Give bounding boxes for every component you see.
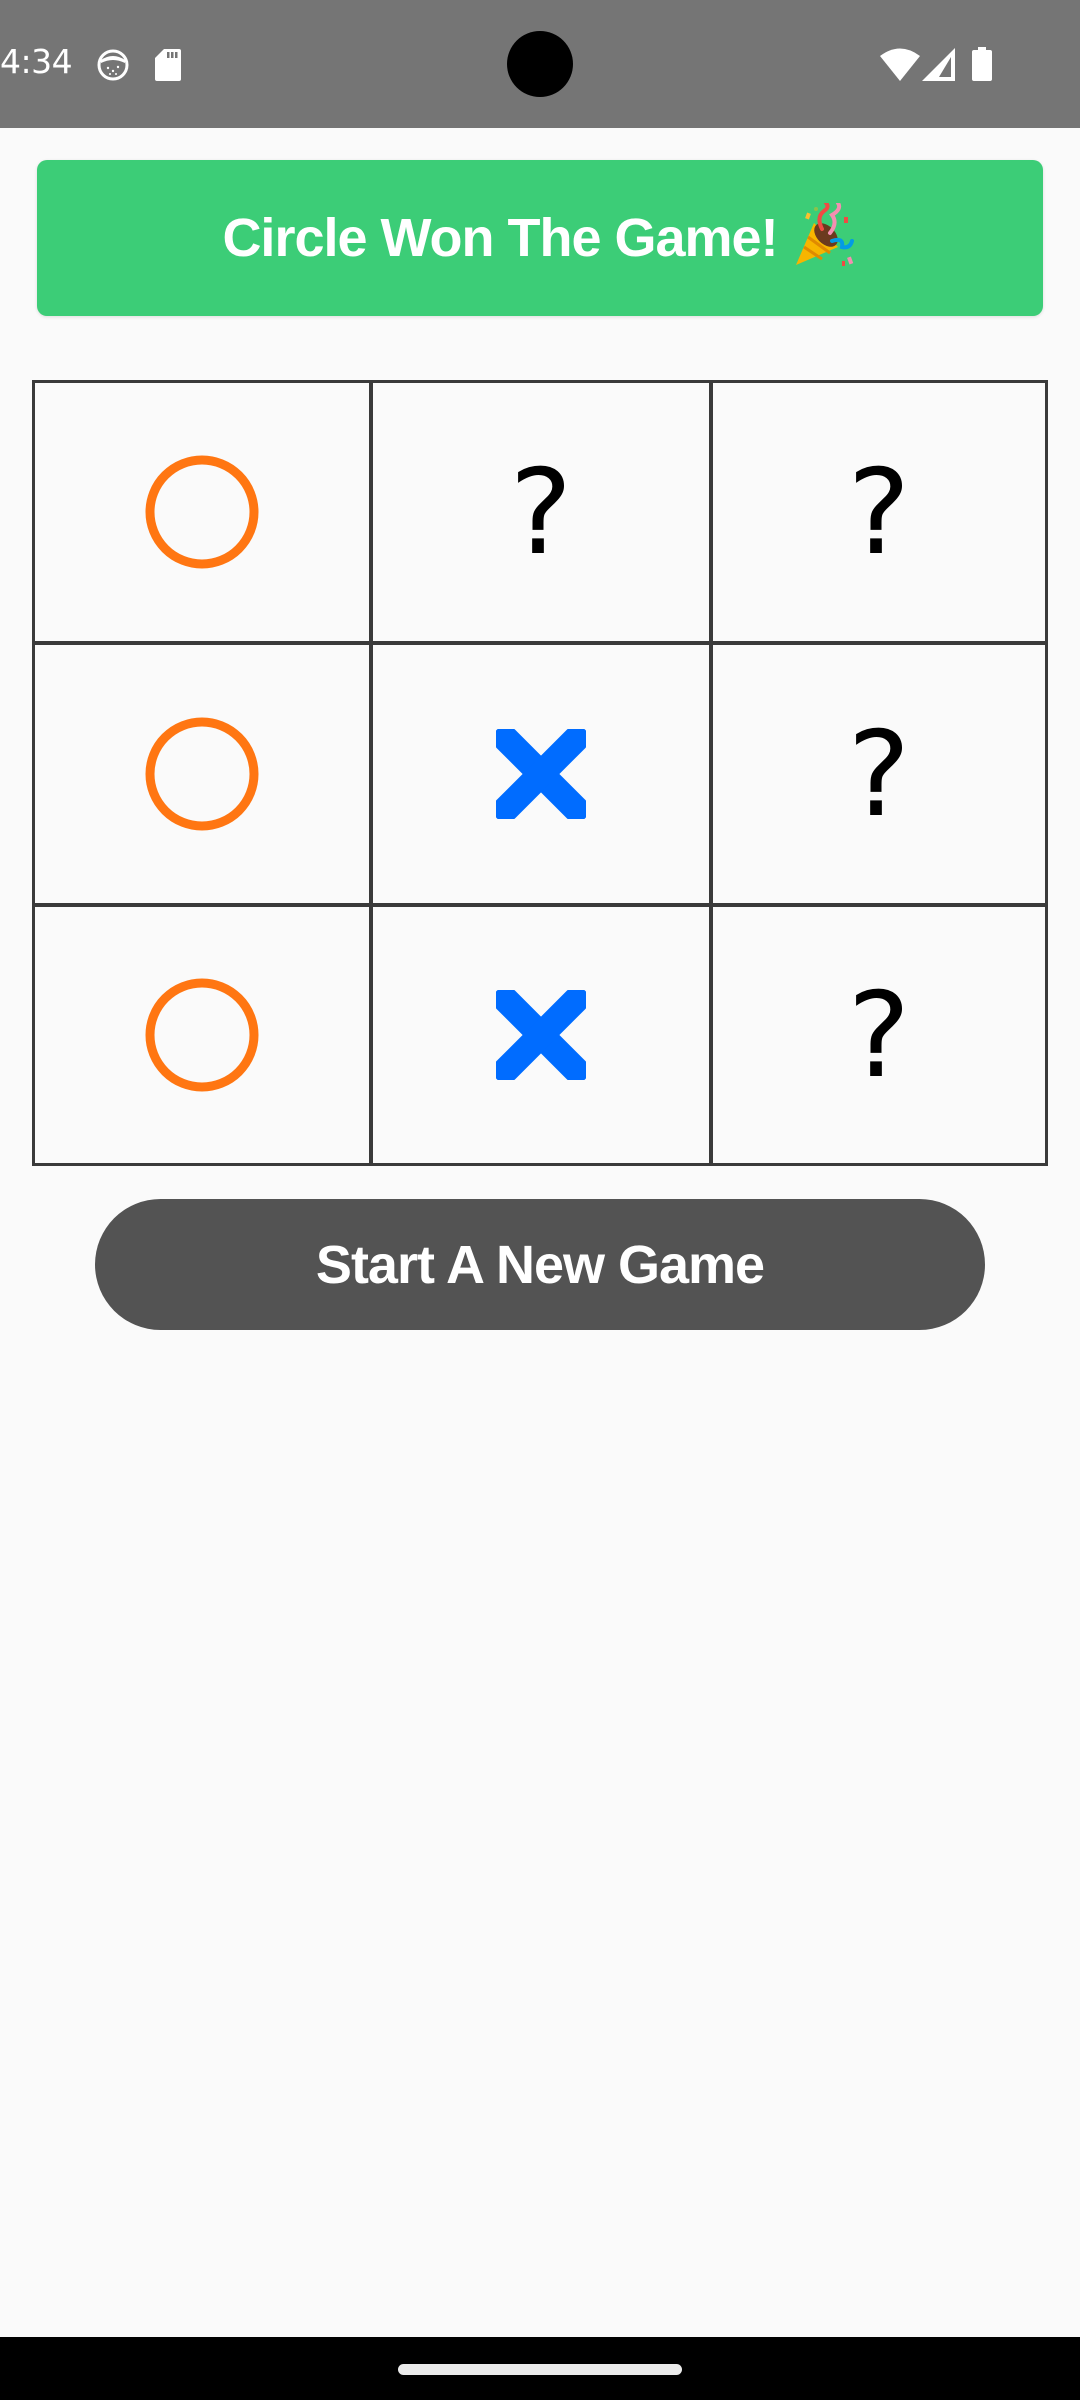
board-cell-r3-c3[interactable]: ? bbox=[710, 904, 1048, 1166]
new-game-label: Start A New Game bbox=[315, 1234, 765, 1295]
circle-mark-icon bbox=[145, 455, 259, 569]
sd-card-icon bbox=[155, 49, 181, 86]
new-game-button[interactable]: Start A New Game bbox=[95, 1199, 985, 1330]
cross-mark-icon bbox=[496, 990, 586, 1080]
winner-message: Circle Won The Game! bbox=[222, 208, 778, 268]
board-cell-r2-c2[interactable] bbox=[370, 642, 712, 906]
status-time: 4:34 bbox=[0, 42, 73, 81]
empty-cell-question-mark: ? bbox=[847, 966, 911, 1104]
board-cell-r3-c1[interactable] bbox=[32, 904, 372, 1166]
cat-notification-icon bbox=[96, 48, 130, 87]
cross-mark-icon bbox=[496, 729, 586, 819]
empty-cell-question-mark: ? bbox=[509, 443, 573, 581]
camera-cutout bbox=[507, 31, 573, 97]
cellular-signal-icon bbox=[922, 48, 955, 86]
navigation-bar bbox=[0, 2337, 1080, 2400]
empty-cell-question-mark: ? bbox=[847, 705, 911, 843]
board-cell-r1-c2[interactable]: ? bbox=[370, 380, 712, 644]
empty-cell-question-mark: ? bbox=[847, 443, 911, 581]
winner-banner: Circle Won The Game! bbox=[37, 160, 1043, 316]
board-cell-r2-c3[interactable]: ? bbox=[710, 642, 1048, 906]
board-cell-r1-c3[interactable]: ? bbox=[710, 380, 1048, 644]
game-board: ???? bbox=[32, 380, 1048, 1166]
board-cell-r2-c1[interactable] bbox=[32, 642, 372, 906]
board-cell-r1-c1[interactable] bbox=[32, 380, 372, 644]
circle-mark-icon bbox=[145, 978, 259, 1092]
home-gesture-handle[interactable] bbox=[398, 2364, 682, 2375]
battery-icon bbox=[972, 47, 992, 86]
party-popper-icon bbox=[792, 200, 858, 274]
status-bar: 4:34 bbox=[0, 0, 1080, 128]
circle-mark-icon bbox=[145, 717, 259, 831]
board-cell-r3-c2[interactable] bbox=[370, 904, 712, 1166]
wifi-icon bbox=[880, 47, 920, 86]
